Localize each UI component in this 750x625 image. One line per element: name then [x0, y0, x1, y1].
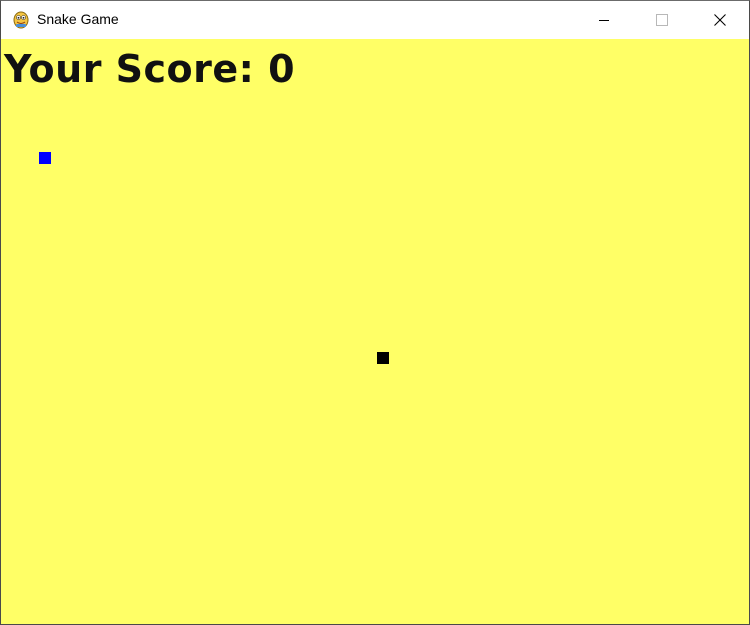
title-bar[interactable]: Snake Game	[1, 1, 749, 39]
minimize-button[interactable]	[575, 1, 633, 39]
window-title: Snake Game	[37, 11, 119, 27]
game-canvas[interactable]: Your Score: 0	[1, 39, 749, 624]
snake-head	[377, 352, 389, 364]
minimize-icon	[598, 14, 610, 26]
close-icon	[714, 14, 726, 26]
pygame-snake-logo-icon	[11, 9, 31, 29]
close-button[interactable]	[691, 1, 749, 39]
food-block	[39, 152, 51, 164]
maximize-button[interactable]	[633, 1, 691, 39]
score-display: Your Score: 0	[4, 47, 296, 91]
game-window: Snake Game Your Score: 0	[0, 0, 750, 625]
maximize-icon	[656, 14, 668, 26]
